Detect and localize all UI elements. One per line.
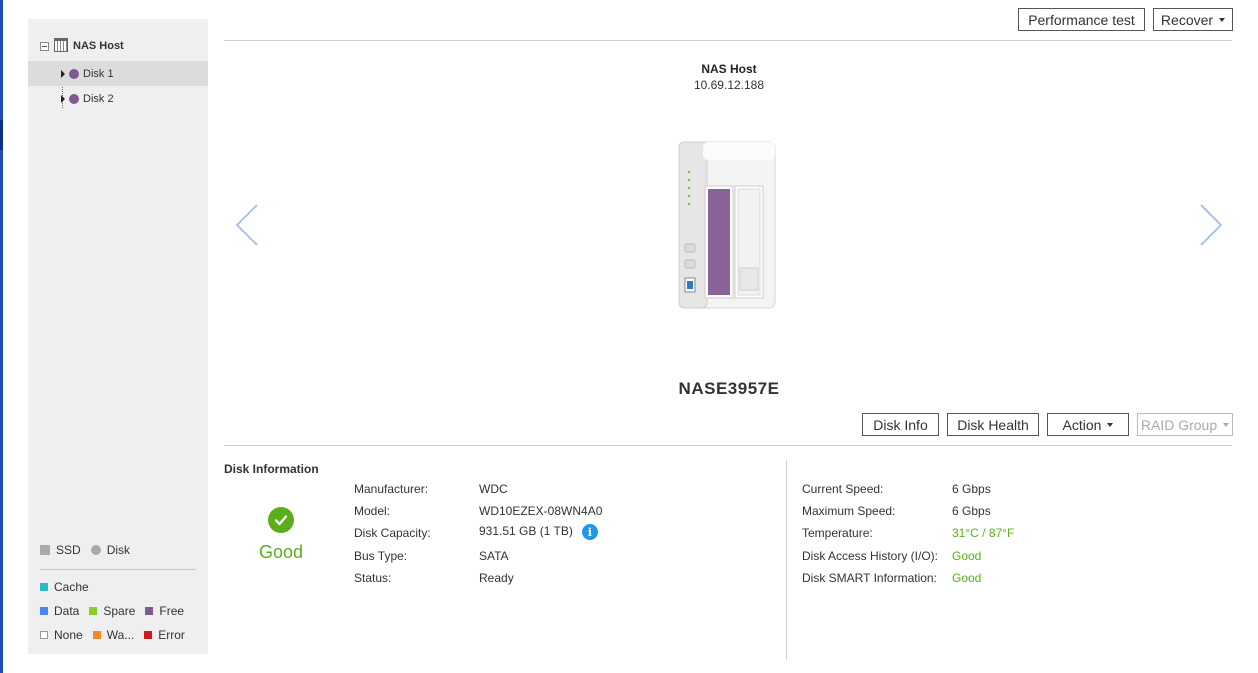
manufacturer-value: WDC (479, 482, 508, 496)
model-value: WD10EZEX-08WN4A0 (479, 504, 603, 518)
caret-down-icon (1107, 422, 1114, 427)
disk-capacity-value: 931.51 GB (1 TB) (479, 524, 573, 539)
disk-info-button[interactable]: Disk Info (862, 413, 939, 436)
legend-none: None (40, 628, 83, 642)
tree-item-disk-1[interactable]: Disk 1 (28, 61, 208, 86)
tree-root-label: NAS Host (73, 40, 124, 52)
expand-arrow-icon[interactable] (61, 69, 65, 78)
recover-label: Recover (1160, 11, 1214, 28)
expand-arrow-icon[interactable] (61, 94, 65, 103)
legend-row-cache: Cache (40, 580, 99, 594)
collapse-icon[interactable] (40, 41, 49, 51)
legend-type-row: SSD Disk (40, 543, 140, 557)
disk-status-dot (69, 93, 79, 104)
legend-spare-label: Spare (103, 604, 136, 618)
top-divider (224, 40, 1232, 41)
temperature-value: 31°C / 87°F (952, 526, 1015, 540)
disk-access-history-value[interactable]: Good (952, 549, 981, 563)
disk-info-label: Disk Info (873, 416, 928, 433)
window-left-edge (0, 0, 3, 673)
disk-status-text: Good (258, 542, 304, 562)
host-ip: 10.69.12.188 (693, 78, 765, 92)
field-label: Maximum Speed: (802, 504, 896, 518)
legend-ssd: SSD (40, 543, 81, 557)
warning-color-icon (92, 631, 101, 639)
disk-capacity-row: 931.51 GB (1 TB) i (479, 524, 598, 540)
legend-data: Data (40, 604, 79, 618)
sidebar: NAS Host Disk 1 Disk 2 SSD Disk Cache Da… (28, 19, 208, 654)
actions-divider (224, 445, 1232, 446)
field-label: Status: (354, 571, 392, 585)
previous-arrow-icon[interactable] (232, 200, 262, 250)
disk-health-button[interactable]: Disk Health (947, 413, 1039, 436)
cache-color-icon (40, 583, 48, 591)
legend-warning: Wa... (92, 628, 135, 642)
field-label: Model: (354, 504, 391, 518)
raid-group-dropdown-button[interactable]: RAID Group (1137, 413, 1233, 436)
disk-status-dot (69, 68, 79, 79)
legend-row-none: None Wa... Error (40, 628, 195, 642)
field-label: Bus Type: (354, 549, 408, 563)
performance-test-label: Performance test (1028, 11, 1135, 28)
maximum-speed-value: 6 Gbps (952, 504, 991, 518)
action-label: Action (1062, 416, 1102, 433)
disk-health-label: Disk Health (957, 416, 1029, 433)
legend-error-label: Error (158, 628, 185, 642)
tree-item-label: Disk 2 (83, 92, 114, 105)
bus-type-value: SATA (479, 549, 509, 563)
status-value: Ready (479, 571, 514, 585)
disk-information-title: Disk Information (224, 462, 319, 476)
nas-device-image (678, 141, 776, 309)
performance-test-button[interactable]: Performance test (1018, 8, 1145, 31)
column-divider (786, 460, 787, 660)
check-icon (268, 507, 294, 533)
legend-spare: Spare (89, 604, 135, 618)
data-color-icon (40, 607, 48, 615)
legend-free: Free (145, 604, 184, 618)
legend-cache-label: Cache (54, 580, 89, 594)
device-name: NASE3957E (678, 379, 780, 398)
nas-host-icon (54, 38, 68, 52)
ssd-square-icon (40, 545, 50, 555)
free-color-icon (145, 607, 154, 615)
info-icon[interactable]: i (581, 524, 598, 540)
caret-down-icon (1223, 422, 1230, 427)
host-name: NAS Host (701, 62, 757, 76)
legend-data-label: Data (54, 604, 80, 618)
legend-free-label: Free (159, 604, 185, 618)
tree-item-disk-2[interactable]: Disk 2 (28, 86, 208, 111)
next-arrow-icon[interactable] (1196, 200, 1226, 250)
field-label: Disk SMART Information: (802, 571, 937, 585)
action-dropdown-button[interactable]: Action (1047, 413, 1129, 436)
tree-root-nas-host[interactable]: NAS Host (40, 38, 124, 53)
field-label: Current Speed: (802, 482, 884, 496)
edge-marker (0, 120, 3, 150)
legend-row-data: Data Spare Free (40, 604, 194, 618)
legend-disk-label: Disk (106, 543, 131, 557)
raid-group-label: RAID Group (1140, 416, 1218, 433)
legend-warning-label: Wa... (106, 628, 135, 642)
tree-item-label: Disk 1 (83, 67, 114, 80)
field-label: Temperature: (802, 526, 873, 540)
field-label: Disk Capacity: (354, 526, 431, 540)
current-speed-value: 6 Gbps (952, 482, 991, 496)
disk-circle-icon (90, 545, 101, 555)
error-color-icon (144, 631, 153, 639)
legend-cache: Cache (40, 580, 89, 594)
none-color-icon (40, 631, 48, 639)
legend-disk: Disk (90, 543, 131, 557)
legend-ssd-label: SSD (56, 543, 81, 557)
caret-down-icon (1219, 17, 1226, 22)
field-label: Manufacturer: (354, 482, 429, 496)
disk-smart-information-value[interactable]: Good (952, 571, 981, 585)
field-label: Disk Access History (I/O): (802, 549, 939, 563)
recover-dropdown-button[interactable]: Recover (1153, 8, 1233, 31)
legend-none-label: None (54, 628, 83, 642)
legend-error: Error (144, 628, 185, 642)
spare-color-icon (89, 607, 98, 615)
legend-divider (40, 569, 196, 570)
